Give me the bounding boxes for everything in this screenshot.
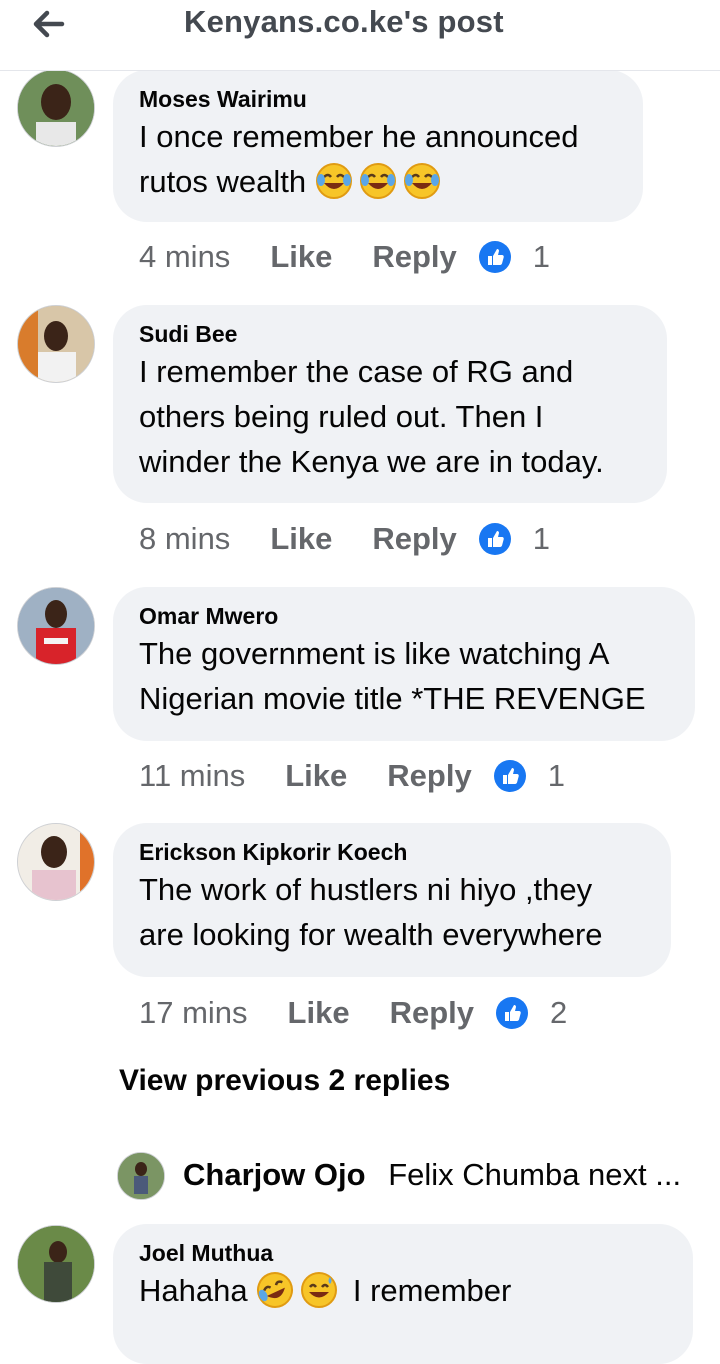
tears-of-joy-emoji	[315, 162, 353, 200]
reaction-count[interactable]: 1	[533, 521, 550, 557]
comment-actions: 11 mins Like Reply 1	[139, 756, 565, 796]
thumbs-up-icon[interactable]	[493, 760, 526, 792]
timestamp[interactable]: 8 mins	[139, 521, 230, 557]
view-previous-replies-link[interactable]: View previous 2 replies	[119, 1064, 450, 1098]
reply-author[interactable]: Charjow Ojo	[183, 1157, 366, 1192]
comment-author[interactable]: Omar Mwero	[139, 601, 669, 631]
like-button[interactable]: Like	[288, 995, 350, 1031]
comment-author[interactable]: Moses Wairimu	[139, 84, 617, 114]
comment-text: I remember	[352, 1273, 512, 1308]
timestamp[interactable]: 4 mins	[139, 239, 230, 275]
comment-actions: 4 mins Like Reply 1	[139, 237, 550, 277]
reply-button[interactable]: Reply	[387, 758, 471, 794]
comment-text: are looking for wealth everywhere	[139, 917, 603, 952]
comment-text: The work of hustlers ni hiyo ,they	[139, 872, 593, 907]
like-button[interactable]: Like	[270, 521, 332, 557]
nested-reply-preview[interactable]: Charjow Ojo Felix Chumba next ...	[183, 1157, 681, 1193]
comment-bubble[interactable]: Sudi Bee I remember the case of RG and o…	[113, 305, 667, 503]
avatar[interactable]	[17, 587, 95, 665]
top-bar: Kenyans.co.ke's post	[0, 0, 720, 71]
timestamp[interactable]: 11 mins	[139, 758, 245, 794]
like-button[interactable]: Like	[270, 239, 332, 275]
page-title: Kenyans.co.ke's post	[184, 4, 504, 39]
comment-bubble[interactable]: Erickson Kipkorir Koech The work of hust…	[113, 823, 671, 977]
tears-of-joy-emoji	[359, 162, 397, 200]
reply-button[interactable]: Reply	[372, 521, 456, 557]
tears-of-joy-emoji	[403, 162, 441, 200]
comment-text: Hahaha	[139, 1273, 248, 1308]
reaction-count[interactable]: 1	[533, 239, 550, 275]
thumbs-up-icon[interactable]	[478, 241, 511, 273]
comment-bubble[interactable]: Joel Muthua Hahaha I remember	[113, 1224, 693, 1364]
comment-text: Nigerian movie title *THE REVENGE	[139, 681, 646, 716]
timestamp[interactable]: 17 mins	[139, 995, 248, 1031]
avatar[interactable]	[17, 305, 95, 383]
comment-text: I remember the case of RG and	[139, 354, 574, 389]
thumbs-up-icon[interactable]	[496, 997, 528, 1029]
avatar[interactable]	[17, 69, 95, 147]
comment-author[interactable]: Sudi Bee	[139, 319, 641, 349]
grinning-sweat-emoji	[300, 1271, 338, 1309]
thumbs-up-icon[interactable]	[478, 523, 511, 555]
comment-author[interactable]: Joel Muthua	[139, 1238, 667, 1268]
comment-text: others being ruled out. Then I	[139, 399, 544, 434]
comment-text: I once remember he announced	[139, 119, 579, 154]
comment-bubble[interactable]: Omar Mwero The government is like watchi…	[113, 587, 695, 741]
avatar[interactable]	[17, 1225, 95, 1303]
comment-bubble[interactable]: Moses Wairimu I once remember he announc…	[113, 70, 643, 222]
rolling-laughing-emoji	[256, 1271, 294, 1309]
arrow-left-icon[interactable]	[28, 4, 68, 44]
like-button[interactable]: Like	[285, 758, 347, 794]
avatar[interactable]	[17, 823, 95, 901]
comment-text: rutos wealth	[139, 164, 307, 199]
avatar[interactable]	[117, 1152, 165, 1200]
comment-text: The government is like watching A	[139, 636, 610, 671]
reaction-count[interactable]: 2	[550, 995, 567, 1031]
comment-actions: 8 mins Like Reply 1	[139, 519, 550, 559]
comment-actions: 17 mins Like Reply 2	[139, 993, 567, 1033]
reply-button[interactable]: Reply	[372, 239, 456, 275]
reply-button[interactable]: Reply	[390, 995, 474, 1031]
reply-text: Felix Chumba next ...	[388, 1157, 682, 1192]
reaction-count[interactable]: 1	[548, 758, 565, 794]
comment-author[interactable]: Erickson Kipkorir Koech	[139, 837, 645, 867]
comment-text: winder the Kenya we are in today.	[139, 444, 604, 479]
